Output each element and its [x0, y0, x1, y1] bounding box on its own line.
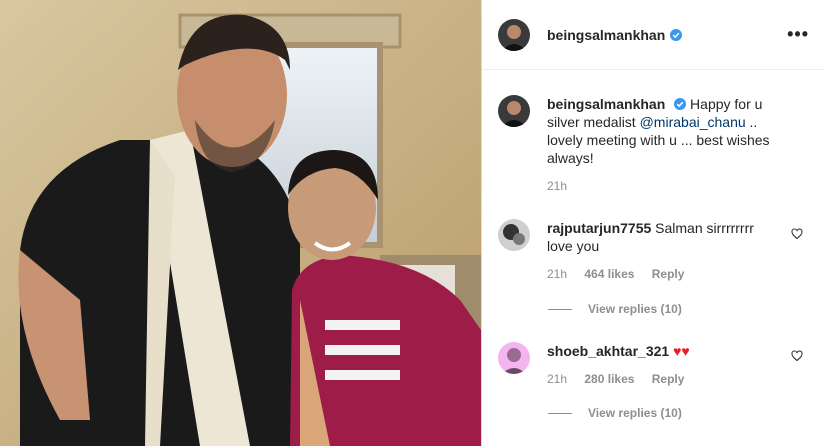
caption-timestamp[interactable]: 21h	[547, 177, 777, 195]
replies-divider	[548, 308, 572, 310]
post-caption: beingsalmankhan Happy for u silver medal…	[498, 95, 809, 195]
post-side-panel: beingsalmankhan ••• beingsalmankhan Happ…	[481, 0, 825, 446]
commenter-avatar[interactable]	[498, 219, 530, 251]
avatar[interactable]	[498, 95, 530, 127]
replies-divider	[548, 412, 572, 414]
view-replies-label[interactable]: View replies (10)	[588, 406, 682, 420]
view-replies-label[interactable]: View replies (10)	[588, 302, 682, 316]
comment-likes[interactable]: 464 likes	[584, 267, 634, 281]
more-options-icon[interactable]: •••	[787, 24, 809, 45]
caption-mention-link[interactable]: @mirabai_chanu	[640, 114, 746, 130]
post-author-username[interactable]: beingsalmankhan	[547, 27, 665, 43]
avatar[interactable]	[498, 18, 530, 51]
comment-text: ♥♥	[673, 343, 690, 359]
comment-timestamp[interactable]: 21h	[547, 267, 567, 281]
verified-badge-icon	[670, 28, 683, 41]
instagram-post: beingsalmankhan ••• beingsalmankhan Happ…	[0, 0, 825, 446]
view-replies-button[interactable]: View replies (10)	[548, 406, 682, 420]
avatar-image	[498, 95, 530, 127]
post-photo[interactable]	[0, 0, 481, 446]
commenter-avatar[interactable]	[498, 342, 530, 374]
comment-username[interactable]: shoeb_akhtar_321	[547, 343, 669, 359]
comment-item: rajputarjun7755 Salman sirrrrrrrr love y…	[498, 219, 809, 283]
like-heart-icon[interactable]	[791, 350, 803, 362]
like-heart-icon[interactable]	[791, 228, 803, 240]
comment-likes[interactable]: 280 likes	[584, 372, 634, 386]
comment-username[interactable]: rajputarjun7755	[547, 220, 651, 236]
comment-timestamp[interactable]: 21h	[547, 372, 567, 386]
avatar-image	[498, 219, 530, 251]
post-header: beingsalmankhan •••	[482, 0, 825, 70]
avatar-image	[498, 342, 530, 374]
post-photo-illustration	[0, 0, 481, 446]
view-replies-button[interactable]: View replies (10)	[548, 302, 682, 316]
verified-badge-icon	[674, 98, 687, 110]
caption-username[interactable]: beingsalmankhan	[547, 96, 665, 112]
avatar-image	[498, 18, 530, 51]
reply-button[interactable]: Reply	[652, 372, 685, 386]
comment-item: shoeb_akhtar_321 ♥♥ 21h 280 likes Reply	[498, 342, 809, 388]
reply-button[interactable]: Reply	[652, 267, 685, 281]
